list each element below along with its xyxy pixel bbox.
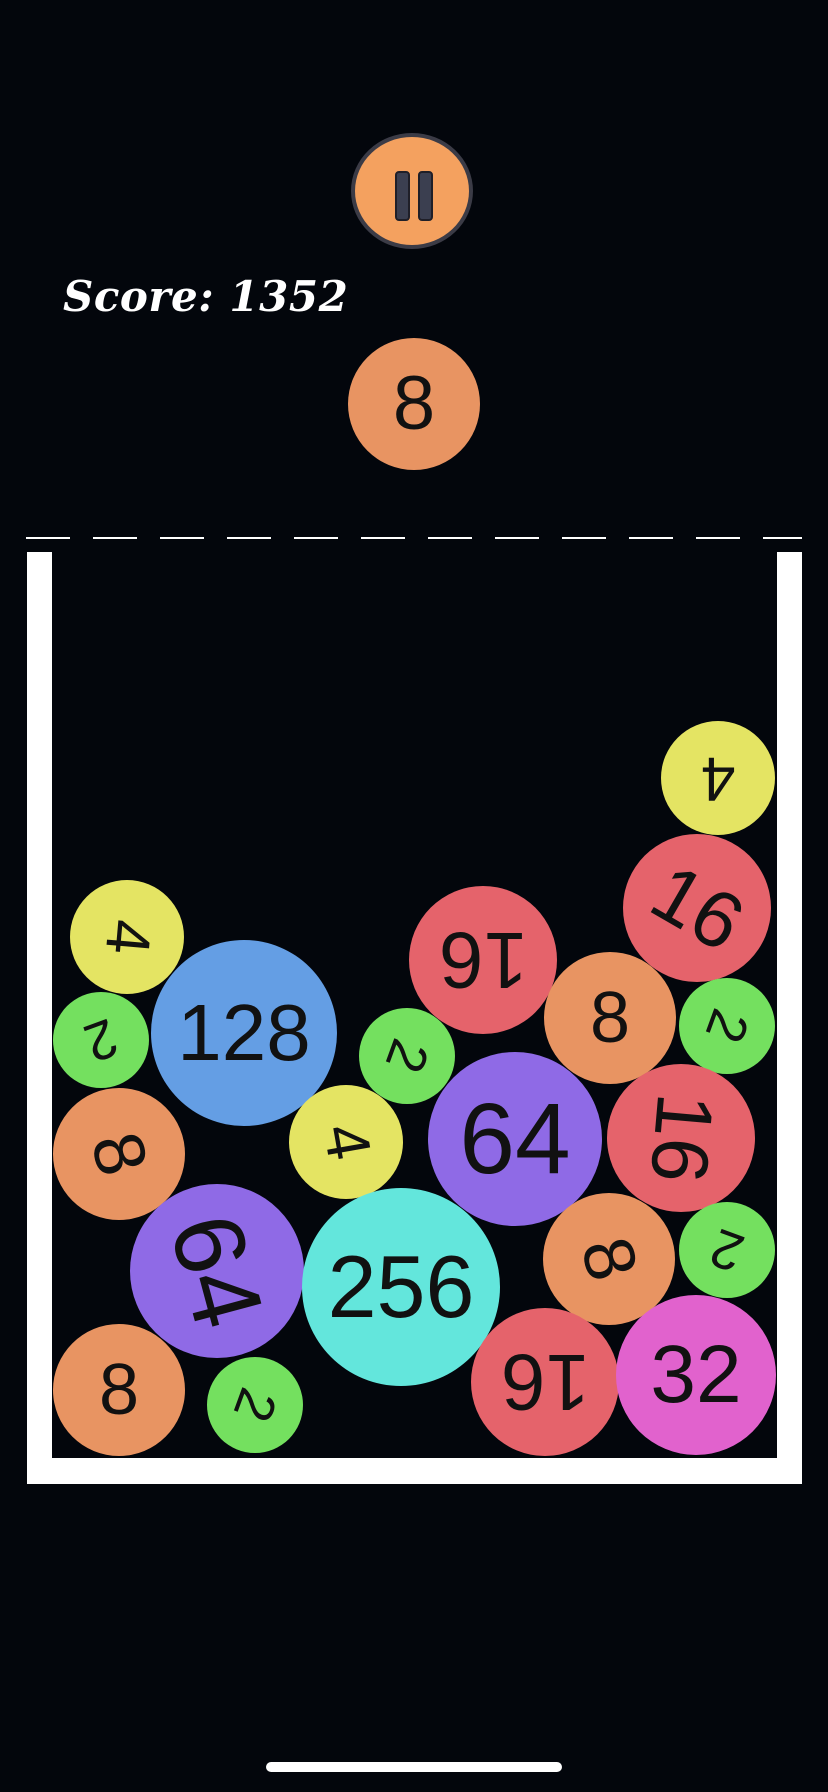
ball-value: 256 — [327, 1237, 475, 1336]
number-ball: 2 — [679, 978, 775, 1074]
ball-value: 64 — [148, 1202, 286, 1340]
home-indicator — [266, 1762, 562, 1772]
number-ball: 16 — [607, 1064, 755, 1212]
ball-value: 4 — [700, 744, 736, 813]
number-ball: 2 — [359, 1008, 455, 1104]
ball-value: 16 — [636, 846, 759, 969]
ball-value: 2 — [702, 1216, 752, 1284]
number-ball: 4 — [70, 880, 184, 994]
ball-value: 2 — [693, 1001, 761, 1051]
ball-value: 16 — [438, 916, 528, 1005]
ball-value: 2 — [373, 1031, 441, 1081]
score-label: Score: 1352 — [63, 272, 349, 321]
number-ball: 16 — [471, 1308, 619, 1456]
container-left-wall — [27, 552, 52, 1484]
number-ball: 8 — [544, 952, 676, 1084]
drop-line — [26, 537, 802, 539]
ball-value: 8 — [75, 1124, 163, 1184]
ball-value: 16 — [500, 1338, 590, 1427]
number-ball: 2 — [53, 992, 149, 1088]
ball-value: 32 — [650, 1329, 742, 1420]
ball-value: 16 — [633, 1089, 730, 1187]
number-ball: 256 — [302, 1188, 500, 1386]
pause-icon-bar — [418, 171, 433, 221]
number-ball: 4 — [289, 1085, 403, 1199]
ball-value: 4 — [91, 916, 164, 958]
number-ball: 2 — [679, 1202, 775, 1298]
number-ball: 16 — [623, 834, 771, 982]
next-ball-value: 8 — [392, 361, 436, 446]
number-ball: 64 — [428, 1052, 602, 1226]
pause-icon — [395, 171, 410, 221]
number-ball: 16 — [409, 886, 557, 1034]
container-floor — [27, 1458, 802, 1484]
ball-value: 8 — [589, 978, 631, 1058]
ball-value: 128 — [177, 988, 311, 1077]
ball-value: 8 — [565, 1229, 653, 1289]
number-ball: 64 — [130, 1184, 304, 1358]
container-right-wall — [777, 552, 802, 1484]
number-ball: 2 — [207, 1357, 303, 1453]
ball-value: 4 — [309, 1118, 384, 1165]
next-ball: 8 — [348, 338, 480, 470]
ball-value: 2 — [221, 1380, 289, 1430]
number-ball: 4 — [661, 721, 775, 835]
number-ball: 32 — [616, 1295, 776, 1455]
ball-value: 64 — [459, 1083, 571, 1195]
ball-value: 2 — [76, 1006, 126, 1074]
ball-value: 8 — [98, 1350, 140, 1430]
pause-button[interactable] — [351, 133, 473, 249]
number-ball: 8 — [53, 1324, 185, 1456]
